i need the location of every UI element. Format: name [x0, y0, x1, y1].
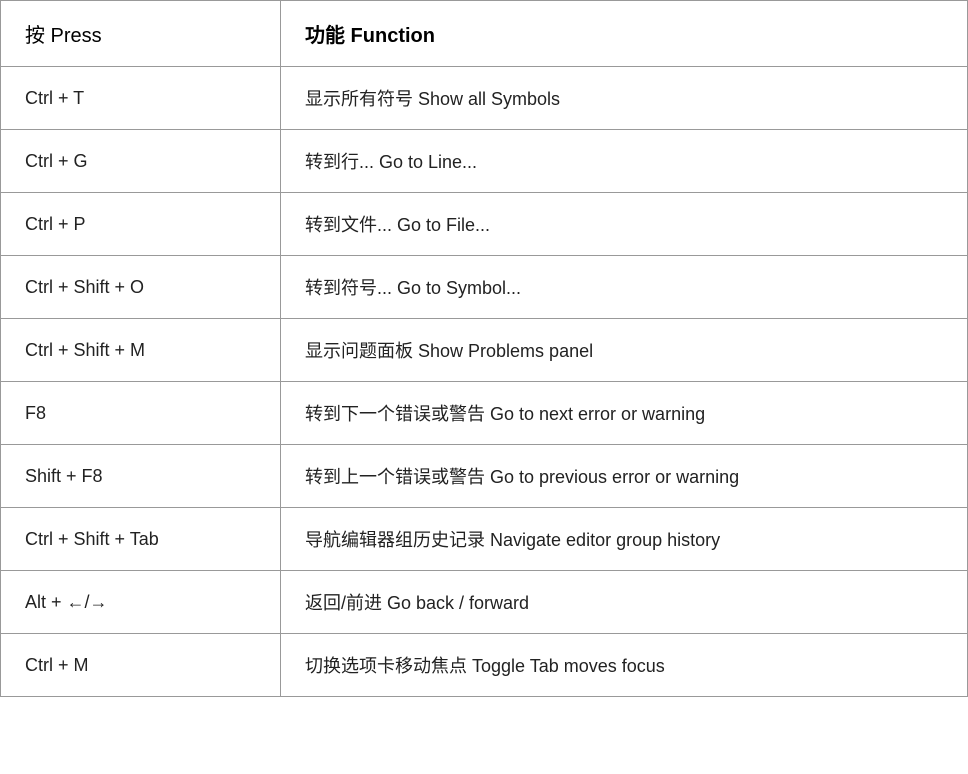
- shortcuts-table: 按 Press 功能 Function Ctrl + T显示所有符号 Show …: [0, 0, 968, 697]
- shortcut-description: 转到上一个错误或警告 Go to previous error or warni…: [281, 445, 968, 508]
- shortcut-key: Ctrl + Shift + M: [1, 319, 281, 382]
- shortcut-description: 显示所有符号 Show all Symbols: [281, 67, 968, 130]
- shortcut-key: Ctrl + Shift + Tab: [1, 508, 281, 571]
- shortcut-key: Ctrl + T: [1, 67, 281, 130]
- header-press: 按 Press: [1, 1, 281, 67]
- table-row: Ctrl + Shift + Tab导航编辑器组历史记录 Navigate ed…: [1, 508, 968, 571]
- shortcut-description: 返回/前进 Go back / forward: [281, 571, 968, 634]
- table-row: Alt + ←/→返回/前进 Go back / forward: [1, 571, 968, 634]
- shortcut-key: Ctrl + P: [1, 193, 281, 256]
- shortcut-key: Ctrl + Shift + O: [1, 256, 281, 319]
- table-row: Ctrl + T显示所有符号 Show all Symbols: [1, 67, 968, 130]
- header-function: 功能 Function: [281, 1, 968, 67]
- table-row: F8转到下一个错误或警告 Go to next error or warning: [1, 382, 968, 445]
- shortcut-key: Shift + F8: [1, 445, 281, 508]
- shortcut-description: 切换选项卡移动焦点 Toggle Tab moves focus: [281, 634, 968, 697]
- shortcut-description: 转到下一个错误或警告 Go to next error or warning: [281, 382, 968, 445]
- table-row: Ctrl + M切换选项卡移动焦点 Toggle Tab moves focus: [1, 634, 968, 697]
- shortcut-key: F8: [1, 382, 281, 445]
- shortcut-key: Ctrl + G: [1, 130, 281, 193]
- table-row: Ctrl + G转到行... Go to Line...: [1, 130, 968, 193]
- shortcut-description: 显示问题面板 Show Problems panel: [281, 319, 968, 382]
- shortcut-key: Alt + ←/→: [1, 571, 281, 634]
- table-row: Shift + F8转到上一个错误或警告 Go to previous erro…: [1, 445, 968, 508]
- shortcut-description: 转到文件... Go to File...: [281, 193, 968, 256]
- table-row: Ctrl + P转到文件... Go to File...: [1, 193, 968, 256]
- shortcut-key: Ctrl + M: [1, 634, 281, 697]
- shortcut-description: 转到行... Go to Line...: [281, 130, 968, 193]
- shortcut-description: 转到符号... Go to Symbol...: [281, 256, 968, 319]
- table-row: Ctrl + Shift + O转到符号... Go to Symbol...: [1, 256, 968, 319]
- table-row: Ctrl + Shift + M显示问题面板 Show Problems pan…: [1, 319, 968, 382]
- shortcut-description: 导航编辑器组历史记录 Navigate editor group history: [281, 508, 968, 571]
